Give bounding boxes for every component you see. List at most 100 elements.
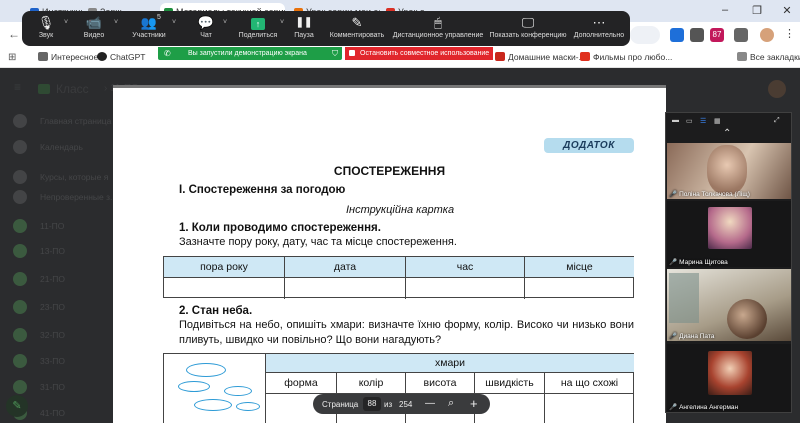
sidebar-item[interactable]: 23-ПО — [0, 298, 112, 318]
edit-pencil-icon[interactable]: ✎ — [6, 395, 28, 417]
classroom-logo[interactable]: Класс — [38, 82, 89, 96]
annotate-button[interactable]: ✎ Комментировать — [327, 11, 387, 46]
phone-icon: ✆ — [164, 49, 171, 58]
profile-avatar-icon[interactable] — [760, 28, 774, 42]
question-1-text: Зазначте пору року, дату, час та місце с… — [179, 236, 457, 248]
chat-button[interactable]: 💬 Чат ˅ — [190, 11, 227, 46]
sidebar-item[interactable]: 33-ПО — [0, 352, 112, 372]
question-2-title: 2. Стан неба. — [179, 305, 253, 317]
sidebar-item[interactable]: 32-ПО — [0, 326, 112, 346]
table-header-cell: місце — [525, 257, 634, 278]
participant-video-tile[interactable]: 🎤 Ангелина Ангерман — [667, 344, 791, 412]
document-top-edge — [113, 85, 666, 88]
sidebar-item[interactable]: Непроверенные з... — [0, 188, 117, 208]
participant-name: 🎤 Ангелина Ангерман — [669, 404, 739, 411]
sidebar-item-label: 21-ПО — [40, 274, 66, 284]
bookmark-item[interactable]: Домашние маски-... — [495, 52, 586, 62]
participants-button[interactable]: 👥 Участники 5 ˅ — [124, 11, 176, 46]
shield-icon: ⛉ — [332, 49, 338, 58]
muted-mic-icon: 🎤 — [669, 259, 678, 266]
sidebar-item-label: 13-ПО — [40, 246, 66, 256]
remote-control-button[interactable]: 🖱 Дистанционное управление — [390, 11, 486, 46]
participant-video-tile[interactable]: 🎤 Марина Щитова — [667, 201, 791, 267]
minimize-panel-icon[interactable]: ▬ — [672, 117, 679, 124]
participant-face — [727, 299, 767, 339]
browser-menu-icon[interactable]: ⋮ — [784, 27, 795, 40]
extension-icon[interactable] — [690, 28, 704, 42]
chevron-down-icon[interactable]: ˅ — [280, 19, 284, 26]
profile-badge-icon[interactable]: 87 — [710, 28, 724, 42]
background-object — [669, 273, 699, 323]
cloud-icon — [178, 381, 210, 392]
list-view-icon[interactable]: ☰ — [700, 117, 706, 125]
bookmark-item[interactable]: ChatGPT — [97, 52, 145, 62]
all-bookmarks[interactable]: Все закладки — [737, 52, 800, 62]
chat-icon: 💬 — [197, 15, 215, 30]
sidebar-item[interactable]: Главная страница — [0, 112, 112, 132]
participant-name: 🎤 Марина Щитова — [669, 259, 728, 266]
close-window-button[interactable]: ✕ — [778, 4, 796, 17]
table-header-cell: час — [406, 257, 525, 278]
course-avatar-icon — [13, 380, 27, 394]
participant-video-tile[interactable]: 🎤 Диана Пата — [667, 269, 791, 341]
sidebar-item[interactable]: 11-ПО — [0, 217, 112, 237]
sidebar-item[interactable]: 21-ПО — [0, 270, 112, 290]
cloud-icon — [186, 363, 226, 377]
bookmark-item[interactable]: Фильмы про любо... — [580, 52, 672, 62]
question-2-text: Подивіться на небо, опишіть хмари: визна… — [179, 319, 634, 346]
sidebar-item[interactable]: 13-ПО — [0, 242, 112, 262]
sidebar-item-label: 23-ПО — [40, 302, 66, 312]
account-avatar[interactable] — [768, 80, 786, 98]
show-meeting-button[interactable]: 🖵 Показать конференцию — [488, 11, 568, 46]
table-header-cell: висота — [406, 373, 475, 394]
cloud-icon — [194, 399, 232, 411]
hamburger-menu-icon[interactable]: ≡ — [14, 80, 21, 94]
sidebar-item[interactable]: Календарь — [0, 138, 112, 158]
chevron-down-icon[interactable]: ˅ — [172, 19, 176, 26]
page-label: Страница — [322, 400, 359, 409]
video-button[interactable]: 📹 Видео ˅ — [74, 11, 118, 46]
sidebar-item[interactable]: Курсы, которые я — [0, 168, 112, 188]
sidebar-item-label: 31-ПО — [40, 382, 66, 392]
zoom-search-icon[interactable]: ⌕ — [448, 397, 454, 410]
participant-video-tile[interactable]: 🎤 Поліна Толкачова (Ліщ) — [667, 143, 791, 199]
zoom-out-button[interactable]: — — [425, 398, 435, 409]
audio-button[interactable]: 🎙 Звук ˅ — [26, 11, 68, 46]
bookmark-item[interactable]: Интересное — [38, 52, 98, 62]
grid-view-icon[interactable]: ▦ — [714, 117, 721, 125]
chevron-down-icon[interactable]: ˅ — [64, 19, 68, 26]
extensions-puzzle-icon[interactable] — [734, 28, 748, 42]
sidebar-item-label: 33-ПО — [40, 356, 66, 366]
shared-document: ДОДАТОК СПОСТЕРЕЖЕННЯ I. Спостереження з… — [113, 85, 666, 423]
zoom-in-button[interactable]: + — [470, 396, 478, 411]
table-header-cell: на що схожі — [545, 373, 634, 394]
thumbnail-view-icon[interactable]: ▭ — [686, 117, 693, 125]
total-pages: 254 — [399, 400, 413, 409]
chevron-down-icon[interactable]: ˅ — [114, 19, 118, 26]
table-header-cell: колір — [337, 373, 406, 394]
share-button[interactable]: ↑ Поделиться ˅ — [234, 11, 284, 46]
table-cell — [285, 278, 406, 299]
expand-panel-icon[interactable]: ⤢ — [774, 117, 780, 125]
more-button[interactable]: ⋯ Дополнительно — [572, 11, 626, 46]
share-screen-icon: ↑ — [251, 18, 265, 30]
course-avatar-icon — [13, 300, 27, 314]
stop-square-icon — [349, 50, 355, 56]
participants-video-panel: ▬ ▭ ☰ ▦ ⤢ ⌃ 🎤 Поліна Толкачова (Ліщ) 🎤 Мар… — [665, 112, 792, 413]
cloud-icon — [224, 386, 252, 396]
clouds-illustration-cell — [164, 354, 266, 423]
extension-icon[interactable] — [670, 28, 684, 42]
stop-sharing-button[interactable]: Остановить совместное использование — [345, 47, 493, 60]
scroll-up-chevron-icon[interactable]: ⌃ — [723, 128, 731, 139]
address-bar-end[interactable] — [630, 26, 660, 44]
sidebar-item-label: Календарь — [40, 142, 83, 152]
minimize-window-button[interactable]: – — [716, 4, 734, 16]
more-icon: ⋯ — [592, 15, 606, 30]
page-number-input[interactable]: 88 — [363, 397, 381, 411]
restore-window-button[interactable]: ❐ — [748, 4, 766, 17]
chevron-down-icon[interactable]: ˅ — [223, 19, 227, 26]
back-arrow-icon[interactable]: ← — [8, 27, 20, 41]
participant-avatar — [708, 207, 752, 249]
pause-share-button[interactable]: ❚❚ Пауза — [290, 11, 318, 46]
apps-grid-icon[interactable]: ⊞ — [8, 52, 16, 63]
